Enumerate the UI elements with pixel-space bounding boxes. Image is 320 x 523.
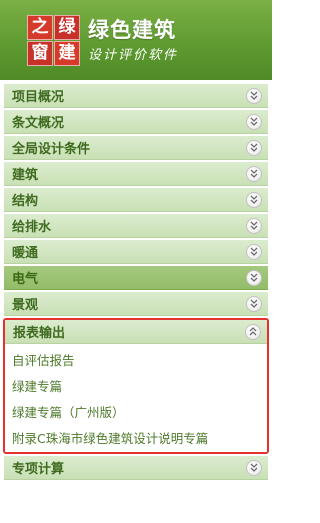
chevron-down-icon[interactable] [246, 218, 262, 234]
logo-char: 之 [27, 15, 53, 40]
menu-item-landscape[interactable]: 景观 [4, 292, 268, 316]
chevron-up-icon[interactable] [245, 324, 261, 340]
header-banner: 之 绿 窗 建 绿色建筑 设计评价软件 [0, 0, 272, 80]
list-item-self-assessment-report[interactable]: 自评估报告 [5, 346, 267, 372]
menu-item-label: 建筑 [12, 168, 39, 183]
menu-item-special-calculation[interactable]: 专项计算 [4, 456, 268, 480]
menu-item-label: 项目概况 [12, 90, 65, 105]
menu-item-label: 景观 [12, 298, 39, 313]
app-window: 之 绿 窗 建 绿色建筑 设计评价软件 项目概况 条文概况 全局设计条件 建筑 … [0, 0, 272, 523]
menu-item-label: 给排水 [12, 220, 52, 235]
menu-item-label: 条文概况 [12, 116, 65, 131]
logo-char: 建 [54, 41, 80, 66]
menu-item-water-supply-drainage[interactable]: 给排水 [4, 214, 268, 238]
nav-menu: 项目概况 条文概况 全局设计条件 建筑 结构 给排水 暖通 电气 景观 报表输出… [3, 84, 269, 482]
menu-item-label: 电气 [12, 272, 39, 287]
menu-item-clause-overview[interactable]: 条文概况 [4, 110, 268, 134]
menu-item-project-overview[interactable]: 项目概况 [4, 84, 268, 108]
menu-item-report-output[interactable]: 报表输出 [5, 320, 267, 344]
menu-item-architecture[interactable]: 建筑 [4, 162, 268, 186]
menu-item-electrical[interactable]: 电气 [4, 266, 268, 290]
list-item-appendix-c-zhuhai[interactable]: 附录C珠海市绿色建筑设计说明专篇 [5, 424, 267, 450]
app-title: 绿色建筑 [88, 18, 176, 42]
chevron-down-icon[interactable] [246, 192, 262, 208]
chevron-down-icon[interactable] [246, 270, 262, 286]
menu-item-label: 报表输出 [13, 326, 66, 341]
chevron-down-icon[interactable] [246, 88, 262, 104]
logo-char: 绿 [54, 15, 80, 40]
chevron-down-icon[interactable] [246, 140, 262, 156]
report-output-section: 报表输出 自评估报告 绿建专篇 绿建专篇（广州版） 附录C珠海市绿色建筑设计说明… [3, 318, 269, 454]
chevron-down-icon[interactable] [246, 460, 262, 476]
list-item-green-building-chapter-guangzhou[interactable]: 绿建专篇（广州版） [5, 398, 267, 424]
menu-item-label: 暖通 [12, 246, 39, 261]
menu-item-hvac[interactable]: 暖通 [4, 240, 268, 264]
report-output-list: 自评估报告 绿建专篇 绿建专篇（广州版） 附录C珠海市绿色建筑设计说明专篇 [5, 344, 267, 452]
menu-item-label: 全局设计条件 [12, 142, 91, 157]
chevron-down-icon[interactable] [246, 244, 262, 260]
app-logo: 之 绿 窗 建 [27, 15, 81, 67]
menu-item-structure[interactable]: 结构 [4, 188, 268, 212]
menu-item-label: 结构 [12, 194, 39, 209]
chevron-down-icon[interactable] [246, 114, 262, 130]
chevron-down-icon[interactable] [246, 296, 262, 312]
menu-item-global-design-conditions[interactable]: 全局设计条件 [4, 136, 268, 160]
list-item-green-building-chapter[interactable]: 绿建专篇 [5, 372, 267, 398]
chevron-down-icon[interactable] [246, 166, 262, 182]
app-subtitle: 设计评价软件 [88, 48, 179, 63]
logo-char: 窗 [27, 41, 53, 66]
menu-item-label: 专项计算 [12, 462, 65, 477]
